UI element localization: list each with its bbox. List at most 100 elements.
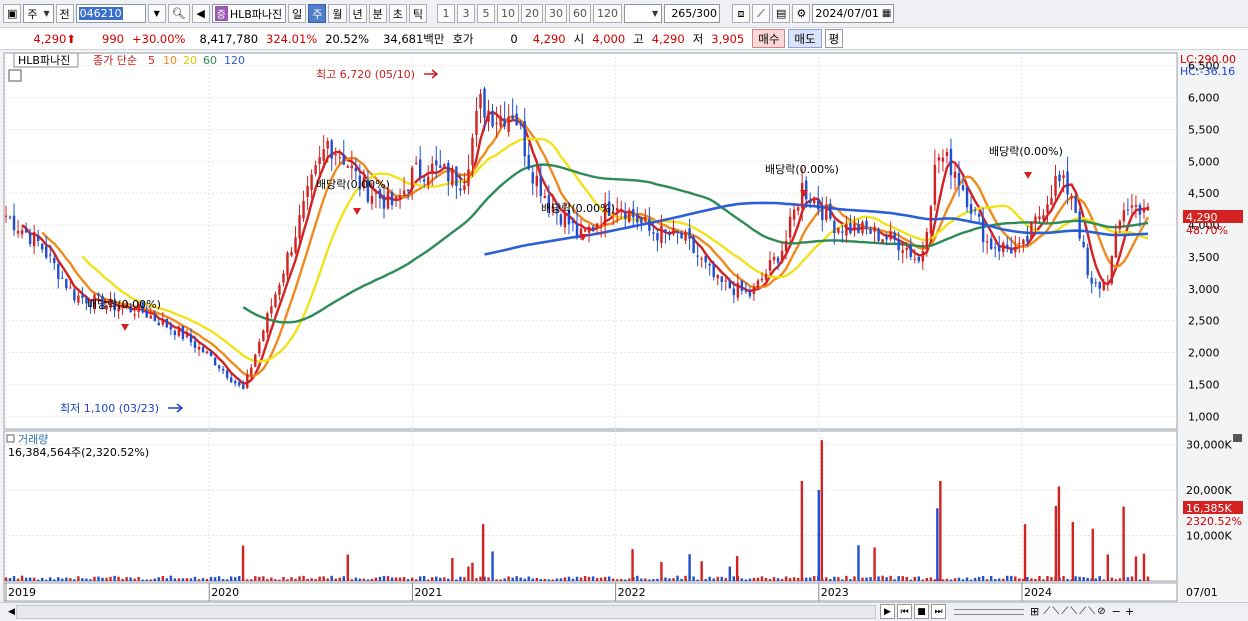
scroll-right-icon[interactable]: ▶ bbox=[880, 604, 895, 619]
candle-body bbox=[306, 185, 309, 197]
candle-body bbox=[539, 176, 543, 197]
candle-body bbox=[394, 196, 398, 202]
candle-body bbox=[145, 310, 148, 318]
period-second-button[interactable]: 초 bbox=[388, 4, 407, 23]
stock-name-box[interactable]: 증 HLB파나진 bbox=[211, 4, 287, 23]
volume-bar bbox=[748, 578, 752, 581]
chart-type-select[interactable]: 주 ▼ bbox=[23, 4, 54, 23]
zoom-in-icon[interactable]: + bbox=[1125, 605, 1134, 618]
calendar-icon[interactable]: ▦ bbox=[882, 8, 891, 19]
volume-bar bbox=[656, 578, 659, 581]
candle-body bbox=[77, 295, 80, 303]
volume-bar bbox=[177, 578, 181, 581]
gear-icon[interactable]: ⚙ bbox=[792, 4, 811, 23]
period-tick-button[interactable]: 틱 bbox=[408, 4, 428, 23]
candle-body bbox=[1034, 216, 1037, 224]
chart-settings-icon[interactable] bbox=[8, 69, 22, 82]
volume-bar bbox=[551, 579, 555, 581]
candle-body bbox=[1026, 235, 1029, 242]
close-volume-panel-icon[interactable] bbox=[1233, 434, 1242, 442]
price-chart[interactable]: 6,5006,0005,5005,0004,5004,0003,5003,000… bbox=[0, 50, 1248, 602]
candle-body bbox=[1046, 204, 1049, 213]
stock-code-input[interactable]: 046210 bbox=[75, 4, 146, 23]
candle-body bbox=[1050, 198, 1053, 205]
date-input[interactable]: 2024/07/01 ▦ bbox=[812, 4, 895, 23]
zoom-slider[interactable] bbox=[954, 608, 1024, 615]
scroll-icons[interactable]: ⟋⟍⟋⟍⟋⟍⊘ bbox=[1043, 606, 1107, 617]
chart-menu-icon[interactable]: ▣ bbox=[3, 4, 22, 23]
candle-body bbox=[969, 204, 973, 214]
volume-bar bbox=[825, 577, 828, 581]
volume-bar bbox=[595, 578, 599, 581]
zoom-out-icon[interactable]: − bbox=[1112, 605, 1121, 618]
volume-bar bbox=[756, 577, 760, 581]
candle-body bbox=[809, 199, 812, 204]
draw-line-icon[interactable]: ⟋ bbox=[752, 4, 771, 23]
prev-button[interactable]: 전 bbox=[55, 4, 74, 23]
interval-1-button[interactable]: 1 bbox=[437, 4, 456, 23]
candle-body bbox=[945, 152, 949, 157]
legend-ma-120: 120 bbox=[224, 54, 245, 67]
sell-button[interactable]: 매도 bbox=[788, 29, 822, 48]
volume-bar bbox=[406, 579, 410, 581]
stop-icon[interactable]: ■ bbox=[914, 604, 929, 619]
buy-button[interactable]: 매수 bbox=[752, 29, 786, 48]
period-month-button[interactable]: 월 bbox=[328, 4, 347, 23]
candle-body bbox=[1042, 215, 1045, 220]
interval-30-button[interactable]: 30 bbox=[545, 4, 568, 23]
search-icon[interactable]: 🔍︎ bbox=[167, 4, 190, 23]
volume-bar bbox=[189, 578, 193, 581]
interval-60-button[interactable]: 60 bbox=[569, 4, 592, 23]
candle-type-icon[interactable]: ⧈ bbox=[732, 4, 751, 23]
volume-bar bbox=[704, 579, 707, 581]
count-input[interactable]: 265/300 bbox=[664, 4, 721, 23]
candle-body bbox=[262, 330, 265, 341]
candle-body bbox=[965, 187, 969, 208]
candle-body bbox=[825, 204, 828, 220]
scroll-track[interactable] bbox=[16, 605, 876, 619]
volume-bar bbox=[583, 576, 587, 581]
interval-20-button[interactable]: 20 bbox=[521, 4, 544, 23]
candle-body bbox=[270, 306, 273, 314]
candle-body bbox=[406, 189, 410, 192]
candle-body bbox=[632, 209, 635, 218]
candle-body bbox=[1082, 241, 1085, 247]
code-dropdown-button[interactable]: ▼ bbox=[147, 4, 166, 23]
volume-bar bbox=[394, 577, 398, 581]
volume-bar bbox=[813, 576, 816, 581]
interval-custom-select[interactable]: ▼ bbox=[624, 4, 663, 23]
candle-body bbox=[414, 162, 418, 164]
x-axis-year-label: 2022 bbox=[618, 586, 646, 599]
save-icon[interactable]: ▤ bbox=[772, 4, 791, 23]
candle-body bbox=[925, 231, 929, 250]
average-button[interactable]: 평 bbox=[824, 29, 844, 48]
volume-bar bbox=[531, 578, 534, 581]
candle-body bbox=[989, 238, 993, 249]
candle-body bbox=[157, 322, 161, 326]
interval-10-button[interactable]: 10 bbox=[497, 4, 520, 23]
volume-bar bbox=[805, 577, 808, 581]
volume-bar bbox=[664, 577, 667, 581]
volume-bar bbox=[849, 579, 852, 581]
interval-3-button[interactable]: 3 bbox=[457, 4, 476, 23]
volume-bar bbox=[418, 576, 422, 581]
period-week-button[interactable]: 주 bbox=[308, 4, 327, 23]
volume-bar bbox=[1010, 575, 1013, 581]
interval-120-button[interactable]: 120 bbox=[593, 4, 623, 23]
candle-body bbox=[849, 223, 852, 234]
candle-body bbox=[732, 288, 736, 296]
volume-spike-bar bbox=[1122, 506, 1125, 581]
crosshair-icon[interactable]: ⊞ bbox=[1030, 605, 1039, 618]
volume-bar bbox=[977, 576, 981, 581]
rewind-icon[interactable]: ⏮ bbox=[897, 604, 912, 619]
period-year-button[interactable]: 년 bbox=[348, 4, 367, 23]
period-day-button[interactable]: 일 bbox=[288, 4, 307, 23]
volume-bar bbox=[599, 577, 603, 581]
candle-body bbox=[1030, 222, 1033, 240]
speaker-icon[interactable]: ◀︎ bbox=[191, 4, 210, 23]
volume-bar bbox=[258, 576, 261, 581]
period-minute-button[interactable]: 분 bbox=[368, 4, 387, 23]
volume-bar bbox=[475, 578, 478, 581]
interval-5-button[interactable]: 5 bbox=[477, 4, 496, 23]
fast-forward-icon[interactable]: ⏭ bbox=[931, 604, 946, 619]
